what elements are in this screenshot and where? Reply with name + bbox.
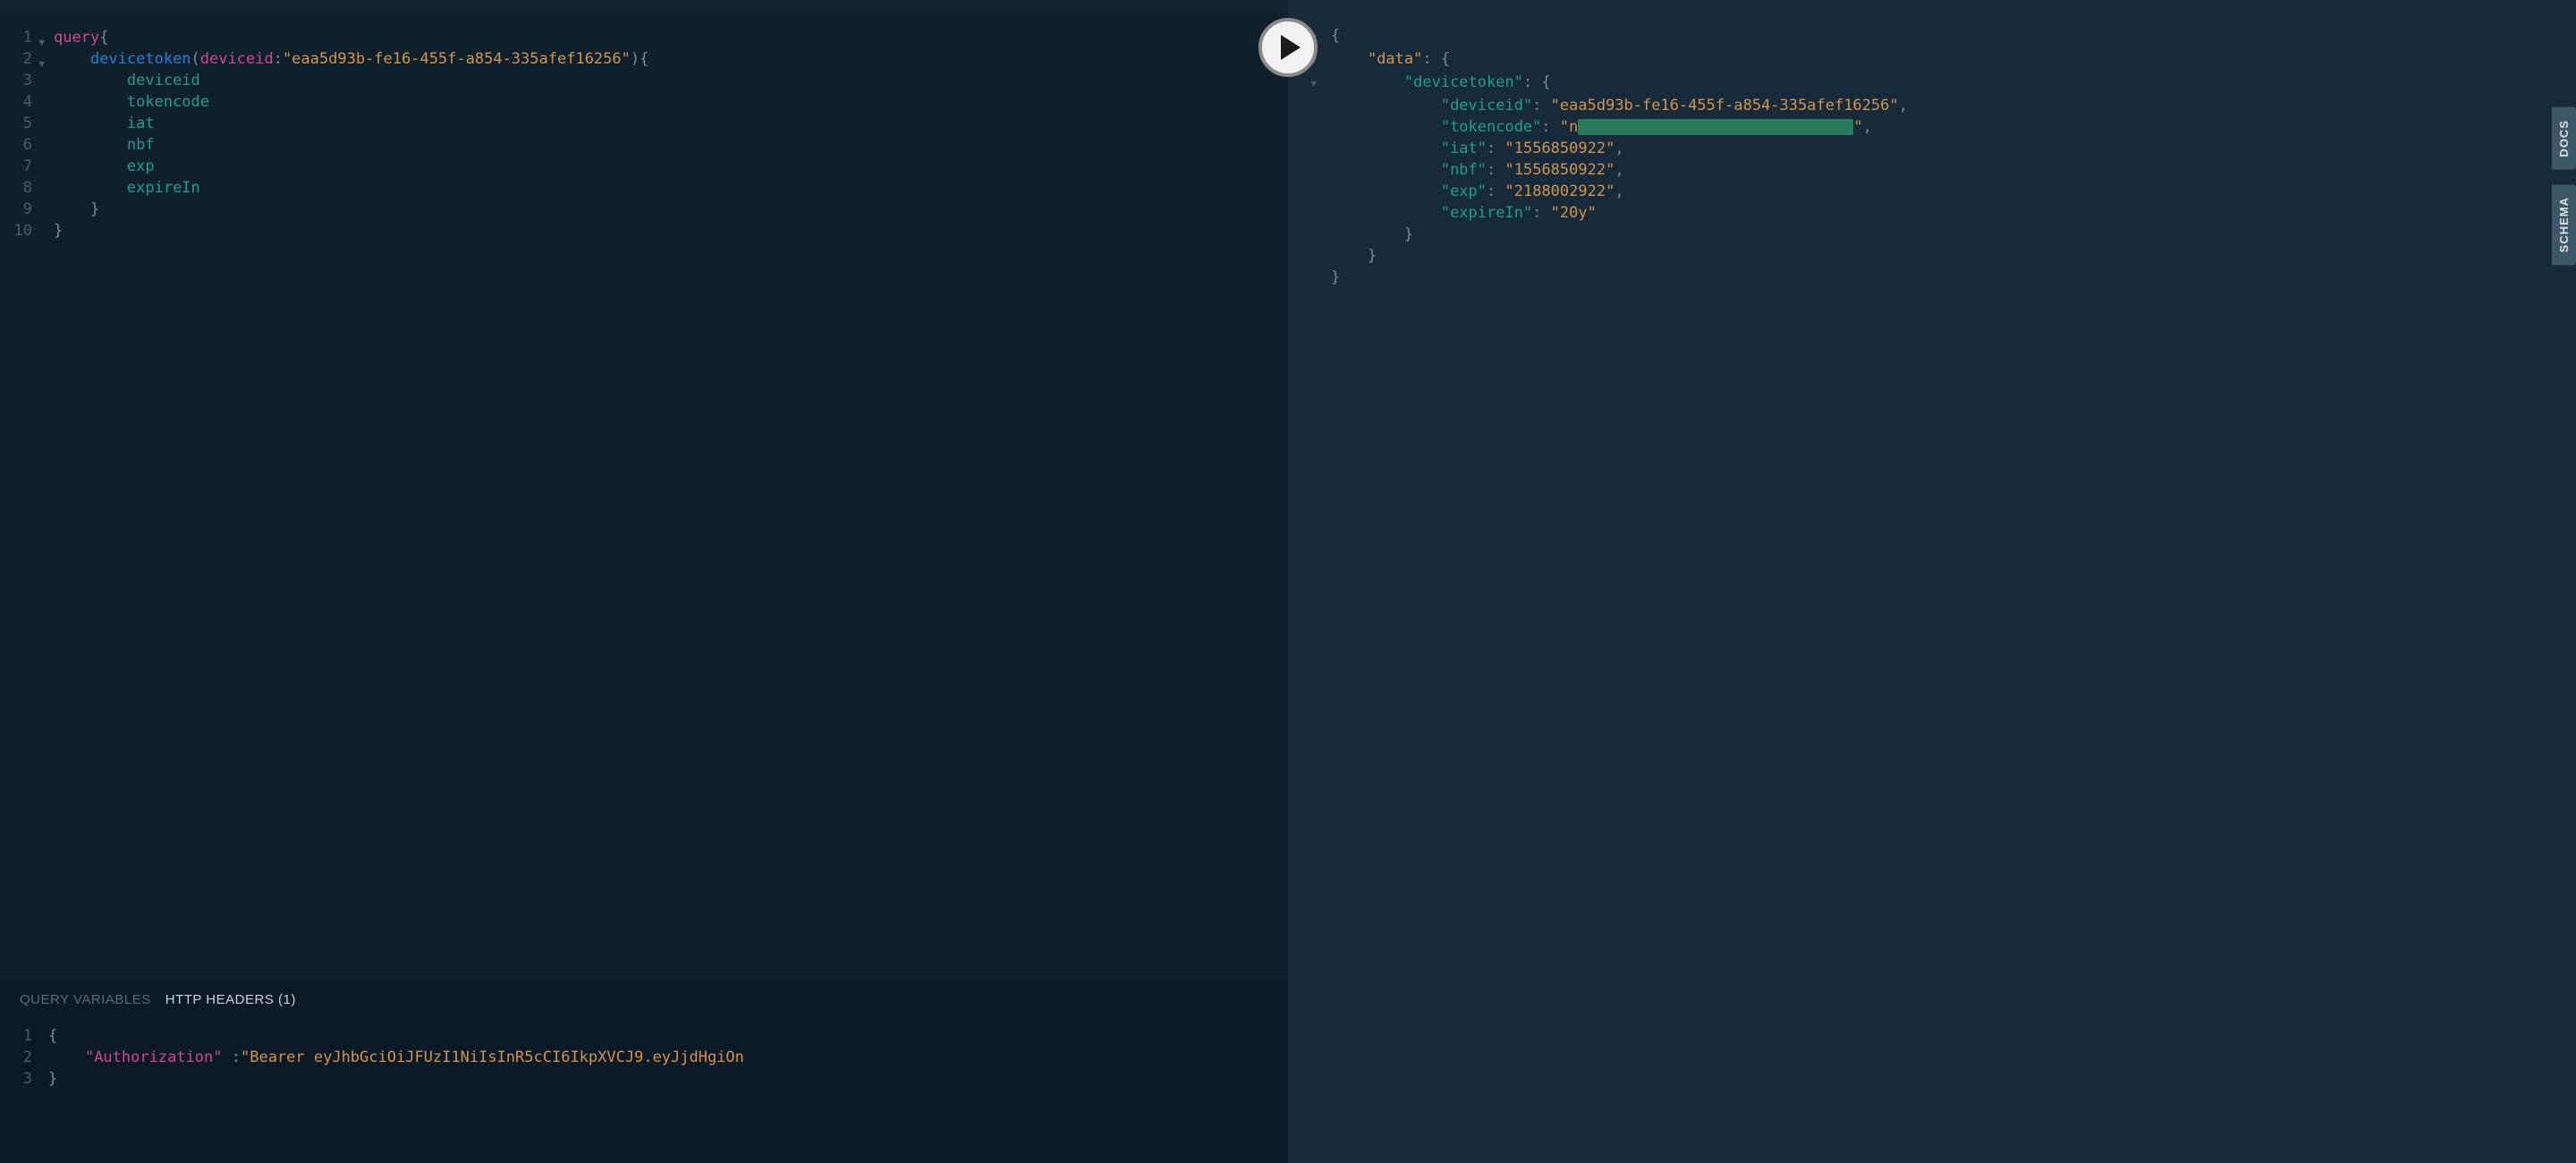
query-editor[interactable]: 1▼2▼345678910 query{ devicetoken(devicei… bbox=[0, 11, 1288, 980]
side-tabs: DOCS SCHEMA bbox=[2552, 107, 2576, 265]
query-code[interactable]: query{ devicetoken(deviceid:"eaa5d93b-fe… bbox=[38, 27, 1288, 980]
schema-tab[interactable]: SCHEMA bbox=[2552, 184, 2576, 265]
graphql-playground: 1▼2▼345678910 query{ devicetoken(devicei… bbox=[0, 0, 2576, 1163]
tab-query-variables[interactable]: QUERY VARIABLES bbox=[20, 992, 151, 1007]
right-pane: ▼{▼ "data": {▼ "devicetoken": { "devicei… bbox=[1288, 0, 2576, 1163]
tab-http-headers[interactable]: HTTP HEADERS (1) bbox=[165, 992, 296, 1007]
query-gutter: 1▼2▼345678910 bbox=[0, 27, 38, 980]
headers-gutter: 123 bbox=[0, 1025, 38, 1090]
headers-editor[interactable]: 123 { "Authorization" :"Bearer eyJhbGciO… bbox=[0, 1016, 1288, 1090]
bottom-tabs: QUERY VARIABLES HTTP HEADERS (1) bbox=[0, 980, 1288, 1016]
fold-icon[interactable]: ▼ bbox=[38, 54, 45, 75]
docs-tab[interactable]: DOCS bbox=[2552, 107, 2576, 170]
execute-button[interactable] bbox=[1258, 18, 1318, 77]
result-viewer[interactable]: ▼{▼ "data": {▼ "devicetoken": { "devicei… bbox=[1288, 0, 2576, 288]
headers-code[interactable]: { "Authorization" :"Bearer eyJhbGciOiJFU… bbox=[38, 1025, 1288, 1090]
topbar-strip bbox=[0, 0, 1288, 11]
bottom-panel: QUERY VARIABLES HTTP HEADERS (1) 123 { "… bbox=[0, 980, 1288, 1163]
fold-icon[interactable]: ▼ bbox=[38, 32, 45, 54]
redacted-token bbox=[1578, 119, 1853, 135]
fold-icon[interactable]: ▼ bbox=[1310, 78, 1317, 89]
play-icon bbox=[1281, 35, 1301, 60]
left-pane: 1▼2▼345678910 query{ devicetoken(devicei… bbox=[0, 0, 1288, 1163]
